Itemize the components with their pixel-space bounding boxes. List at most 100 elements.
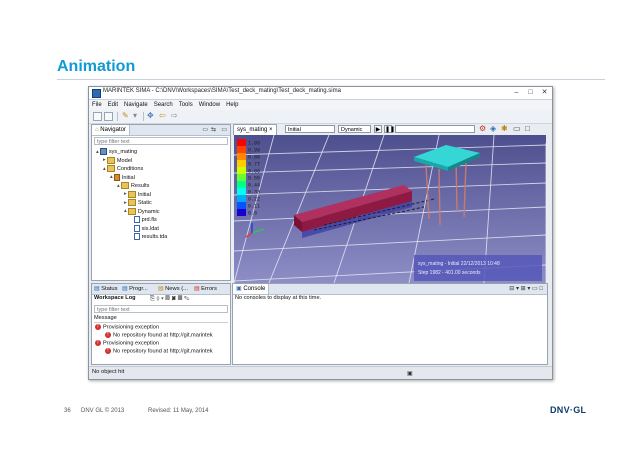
tree-item[interactable]: ▸ Initial: [124, 190, 151, 199]
view-icon[interactable]: ◈: [490, 124, 496, 134]
status-bar: No object hit ▣: [89, 366, 552, 379]
folder-icon: [120, 182, 129, 189]
menu-search[interactable]: Search: [154, 100, 173, 110]
tree-item[interactable]: ▴ Conditions: [103, 165, 143, 173]
mode-select-value: Dynamic: [341, 127, 363, 133]
tree-toggle-icon[interactable]: [131, 234, 133, 240]
tree-toggle-icon[interactable]: ▸: [124, 191, 127, 197]
log-row[interactable]: ! No repository found at http://git.marin…: [105, 348, 213, 355]
forward-icon[interactable]: ⇨: [171, 111, 178, 121]
log-row[interactable]: ! Provisioning exception: [95, 340, 159, 347]
log-row-text: No repository found at http://git.marint…: [113, 348, 213, 355]
menu-window[interactable]: Window: [199, 100, 220, 110]
menu-help[interactable]: Help: [226, 100, 238, 110]
tab-progress-label: Progr...: [129, 286, 148, 292]
condition-select-value: Initial: [288, 127, 301, 133]
tab-sys-mating[interactable]: sys_mating ×: [233, 124, 277, 135]
collapse-all-icon[interactable]: ▭: [202, 126, 208, 134]
tree-item-label: prd.fls: [141, 216, 157, 223]
tree-item[interactable]: ▴ sys_mating: [96, 148, 137, 156]
log-filter-input[interactable]: type filter text: [94, 305, 228, 313]
app-icon: [92, 89, 101, 98]
legend-value: 0.11: [248, 204, 260, 210]
nav-icon[interactable]: ✥: [147, 111, 154, 121]
new-icon[interactable]: [93, 112, 102, 121]
tree-item[interactable]: ▸ Static: [124, 199, 152, 207]
file-icon: [133, 233, 140, 240]
app-window: MARINTEK SIMA - C:\DNV\Workspaces\SIMA\T…: [88, 86, 553, 380]
tree-item[interactable]: ▴ Dynamic: [124, 207, 160, 216]
settings-icon[interactable]: ✱: [501, 124, 508, 134]
back-icon[interactable]: ⇦: [159, 111, 166, 121]
menu-edit[interactable]: Edit: [108, 100, 118, 110]
legend-swatch: [237, 139, 246, 146]
maximize-button[interactable]: □: [526, 88, 535, 97]
legend-swatch: [237, 188, 246, 195]
tab-progress[interactable]: ▤ Progr...: [122, 284, 148, 294]
info-line-1: sys_mating - Initial 22/12/2013 10:48: [418, 261, 500, 267]
console-toolbar-icons[interactable]: ⊟ ▾ ⊞ ▾ ▭ □: [509, 285, 543, 293]
timeline-slider[interactable]: [395, 125, 475, 133]
log-toolbar-icons[interactable]: ⎘ ⚲ ▾ ▤ ✖ ▦ ✎: [150, 295, 189, 303]
log-column-header[interactable]: Message: [94, 315, 228, 323]
tree-toggle-icon[interactable]: ▸: [124, 200, 127, 206]
tree-toggle-icon[interactable]: ▴: [103, 166, 106, 172]
viewer-maximize-icon[interactable]: □: [525, 124, 530, 134]
dropdown-icon[interactable]: ▾: [133, 111, 137, 121]
main-toolbar: ✎ ▾ ✥ ⇦ ⇨: [89, 110, 552, 124]
workspace-log-title: Workspace Log: [94, 295, 136, 301]
mode-select[interactable]: Dynamic: [338, 125, 371, 133]
3d-viewport[interactable]: 1.990.990.880.770.660.550.440.330.220.11…: [234, 135, 546, 283]
menu-bar: File Edit Navigate Search Tools Window H…: [89, 100, 552, 110]
link-icon[interactable]: ⇆: [211, 126, 216, 134]
tree-item-label: Model: [116, 157, 133, 164]
tree-item[interactable]: prd.fls: [131, 216, 157, 224]
tab-news[interactable]: ▤ News (...: [158, 284, 188, 294]
tree-item[interactable]: results.tda: [131, 233, 167, 241]
play-icon[interactable]: ▶: [374, 125, 382, 133]
minimize-panel-icon[interactable]: ▭: [221, 126, 227, 134]
tree-toggle-icon[interactable]: ▴: [96, 149, 99, 155]
condition-select[interactable]: Initial: [285, 125, 335, 133]
tree-item[interactable]: sis.ldat: [131, 224, 159, 233]
navigator-filter-input[interactable]: type filter text: [94, 137, 228, 145]
tree-toggle-icon[interactable]: ▴: [110, 174, 113, 180]
viewer-minimize-icon[interactable]: ▭: [513, 124, 521, 134]
tab-console[interactable]: ▣ Console: [233, 284, 270, 294]
status-bar-icon[interactable]: ▣: [407, 370, 413, 378]
tree-item[interactable]: ▴ Results: [117, 182, 149, 190]
bottom-tabs: ▤ Status ▤ Progr... ▤ News (... ▤ Errors: [92, 284, 230, 295]
close-tab-icon[interactable]: ×: [269, 127, 273, 133]
menu-file[interactable]: File: [92, 100, 102, 110]
tree-item[interactable]: ▴ Initial: [110, 173, 135, 182]
legend-value: 0.66: [248, 169, 260, 175]
menu-tools[interactable]: Tools: [179, 100, 193, 110]
navigator-panel: ⌂ Navigator ▭ ⇆ ▭ type filter text ▴ sys_…: [91, 124, 231, 281]
tree-toggle-icon[interactable]: [131, 217, 133, 223]
tab-errors[interactable]: ▤ Errors: [194, 284, 217, 294]
cond-icon: [113, 173, 120, 181]
tab-status[interactable]: ▤ Status: [94, 284, 118, 294]
tree-toggle-icon[interactable]: ▴: [124, 208, 127, 214]
menu-navigate[interactable]: Navigate: [124, 100, 148, 110]
close-button[interactable]: ✕: [540, 88, 549, 97]
tab-navigator[interactable]: ⌂ Navigator: [92, 125, 130, 135]
tree-toggle-icon[interactable]: [131, 225, 133, 231]
tree-item[interactable]: ▸ Model: [103, 156, 133, 165]
console-message: No consoles to display at this time.: [235, 295, 322, 301]
window-titlebar[interactable]: MARINTEK SIMA - C:\DNV\Workspaces\SIMA\T…: [89, 87, 552, 100]
status-icon: ▤: [94, 286, 100, 292]
log-row[interactable]: ! Provisioning exception: [95, 324, 159, 331]
tree-toggle-icon[interactable]: ▸: [103, 157, 106, 163]
folder-icon: [127, 190, 136, 198]
minimize-button[interactable]: –: [512, 88, 521, 97]
log-row[interactable]: ! No repository found at http://git.marin…: [105, 332, 213, 339]
window-title: MARINTEK SIMA - C:\DNV\Workspaces\SIMA\T…: [103, 88, 341, 94]
run-icon[interactable]: ✎: [122, 111, 129, 121]
legend-swatch: [237, 153, 246, 160]
pause-icon[interactable]: ❚❚: [384, 125, 395, 133]
save-icon[interactable]: [104, 112, 113, 121]
camera-icon[interactable]: ⚙: [479, 124, 486, 134]
tab-errors-label: Errors: [201, 286, 217, 292]
tree-toggle-icon[interactable]: ▴: [117, 183, 120, 189]
